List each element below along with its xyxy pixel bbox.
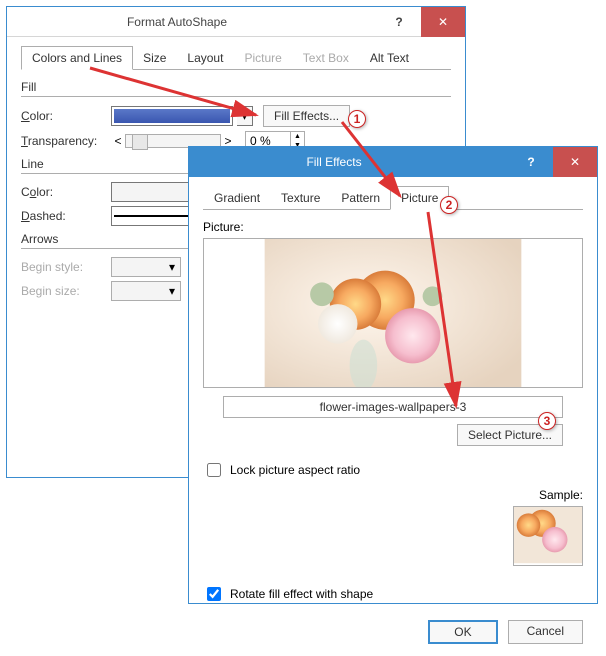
help-button[interactable]: ? [509, 147, 553, 177]
close-button[interactable]: ✕ [553, 147, 597, 177]
picture-name: flower-images-wallpapers-3 [223, 396, 563, 418]
rotate-fill-checkbox[interactable] [207, 587, 221, 601]
titlebar[interactable]: Fill Effects ? ✕ [189, 147, 597, 177]
tabs: Colors and Lines Size Layout Picture Tex… [21, 45, 451, 70]
begin-style-select: ▾ [111, 257, 181, 277]
label-transparency: Transparency: [21, 134, 111, 148]
tab-picture: Picture [233, 46, 292, 69]
fill-effects-dialog: Fill Effects ? ✕ Gradient Texture Patter… [188, 146, 598, 604]
label-begin-size: Begin size: [21, 284, 111, 298]
slider-left-icon[interactable]: < [111, 134, 125, 148]
sample-preview [513, 506, 583, 566]
tab-colors-lines[interactable]: Colors and Lines [21, 46, 133, 70]
dialog-title: Format AutoShape [17, 15, 377, 29]
callout-1: 1 [348, 110, 366, 128]
help-button[interactable]: ? [377, 7, 421, 37]
flower-image [204, 239, 582, 387]
section-fill: Fill [21, 80, 451, 97]
tab-pattern[interactable]: Pattern [330, 186, 391, 209]
cancel-button[interactable]: Cancel [508, 620, 583, 644]
label-begin-style: Begin style: [21, 260, 111, 274]
picture-preview [203, 238, 583, 388]
callout-2: 2 [440, 196, 458, 214]
label-color: Color: [21, 109, 111, 123]
tab-alttext[interactable]: Alt Text [359, 46, 420, 69]
tab-size[interactable]: Size [132, 46, 177, 69]
callout-3: 3 [538, 412, 556, 430]
rotate-fill-label: Rotate fill effect with shape [230, 587, 373, 601]
ok-button[interactable]: OK [428, 620, 497, 644]
label-line-color: Color: [21, 185, 111, 199]
begin-size-select: ▾ [111, 281, 181, 301]
label-dashed: Dashed: [21, 209, 111, 223]
fill-color-picker[interactable] [111, 106, 233, 126]
tab-layout[interactable]: Layout [176, 46, 234, 69]
close-button[interactable]: ✕ [421, 7, 465, 37]
fill-effects-button[interactable]: Fill Effects... [263, 105, 350, 127]
spin-up-icon[interactable]: ▲ [290, 132, 304, 141]
label-picture: Picture: [203, 220, 583, 234]
sample-label: Sample: [513, 488, 583, 502]
dialog-title: Fill Effects [199, 155, 509, 169]
lock-aspect-label: Lock picture aspect ratio [230, 463, 360, 477]
tab-gradient[interactable]: Gradient [203, 186, 271, 209]
tab-textbox: Text Box [292, 46, 360, 69]
titlebar[interactable]: Format AutoShape ? ✕ [7, 7, 465, 37]
fill-color-dropdown[interactable]: ▾ [237, 106, 253, 126]
lock-aspect-checkbox[interactable] [207, 463, 221, 477]
tabs: Gradient Texture Pattern Picture [203, 185, 583, 210]
tab-texture[interactable]: Texture [270, 186, 331, 209]
